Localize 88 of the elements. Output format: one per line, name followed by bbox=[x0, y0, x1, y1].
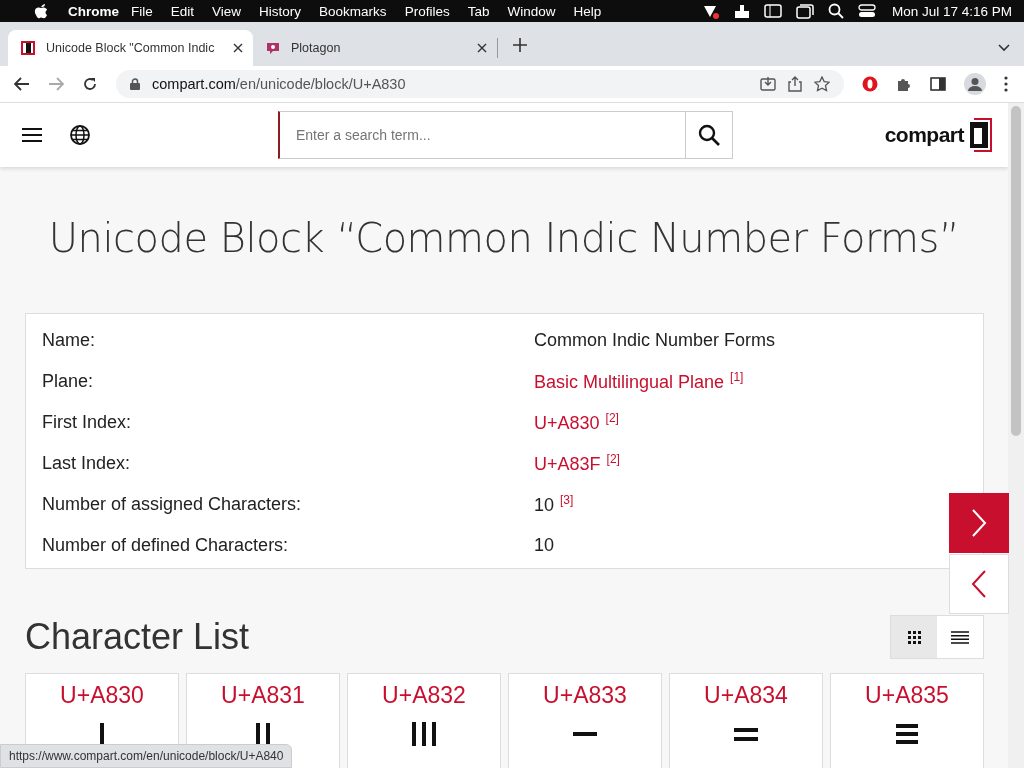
search-field[interactable]: Enter a search term... bbox=[278, 111, 685, 159]
menu-item[interactable]: Edit bbox=[170, 3, 195, 19]
code-point[interactable]: U+A832 bbox=[382, 682, 466, 709]
menu-item[interactable]: File bbox=[131, 3, 153, 19]
info-label: Number of defined Characters: bbox=[42, 535, 290, 556]
search-icon[interactable] bbox=[827, 3, 844, 19]
close-icon[interactable] bbox=[477, 43, 487, 53]
site-icon bbox=[265, 40, 281, 56]
list-view-icon bbox=[951, 630, 969, 644]
more-icon[interactable] bbox=[1004, 76, 1008, 92]
windows-icon[interactable] bbox=[795, 3, 814, 19]
character-card[interactable]: U+A835 bbox=[830, 673, 984, 768]
menu-item[interactable]: View bbox=[212, 3, 242, 19]
code-point[interactable]: U+A830 bbox=[60, 682, 144, 709]
search-button[interactable] bbox=[685, 111, 733, 159]
chevron-right-icon bbox=[969, 508, 989, 538]
code-point[interactable]: U+A835 bbox=[865, 682, 949, 709]
back-icon[interactable] bbox=[14, 77, 30, 91]
sidebar-icon[interactable] bbox=[763, 4, 782, 18]
menu-item[interactable]: Profiles bbox=[404, 3, 450, 19]
code-point[interactable]: U+A831 bbox=[221, 682, 305, 709]
site-icon bbox=[20, 40, 36, 56]
character-glyph-icon bbox=[896, 724, 918, 744]
reload-icon[interactable] bbox=[82, 76, 98, 92]
address-field[interactable]: compart.com/en/unicode/block/U+A830 bbox=[116, 70, 844, 98]
apple-icon bbox=[34, 3, 48, 19]
info-label: Last Index: bbox=[42, 453, 132, 474]
browser-tab[interactable]: Plotagon bbox=[253, 38, 498, 58]
info-label: Number of assigned Characters: bbox=[42, 494, 303, 515]
character-glyph-icon bbox=[100, 723, 104, 745]
chevron-left-icon bbox=[969, 569, 989, 599]
control-center-icon[interactable] bbox=[857, 4, 876, 18]
info-link[interactable]: Basic Multilingual Plane bbox=[534, 372, 725, 392]
character-glyph-icon bbox=[573, 732, 597, 736]
app-menu[interactable]: Chrome bbox=[68, 3, 119, 19]
info-label: Name: bbox=[42, 330, 96, 351]
logo-text[interactable]: compart bbox=[884, 123, 964, 147]
footnote-link[interactable]: [2] bbox=[605, 411, 619, 425]
tab-title: Unicode Block "Common Indic bbox=[46, 41, 216, 55]
page-title: Unicode Block “Common Indic Number Forms” bbox=[47, 215, 961, 261]
character-card[interactable]: U+A833 bbox=[508, 673, 662, 768]
footnote-link[interactable]: [1] bbox=[730, 370, 744, 384]
tab-title: Plotagon bbox=[291, 41, 342, 55]
character-glyph-icon bbox=[256, 723, 270, 745]
browser-tab[interactable]: Unicode Block "Common Indic bbox=[8, 30, 253, 66]
menu-icon[interactable] bbox=[22, 127, 42, 143]
opera-icon[interactable] bbox=[862, 76, 878, 92]
url-text: compart.com/en/unicode/block/U+A830 bbox=[152, 76, 406, 92]
menu-item[interactable]: History bbox=[259, 3, 302, 19]
star-icon[interactable] bbox=[814, 76, 830, 92]
grid-view-button[interactable] bbox=[891, 616, 937, 658]
profile-icon[interactable] bbox=[964, 73, 986, 95]
menu-item[interactable]: Window bbox=[507, 3, 556, 19]
install-icon[interactable] bbox=[760, 76, 776, 92]
code-point[interactable]: U+A834 bbox=[704, 682, 788, 709]
footnote-link[interactable]: [3] bbox=[560, 493, 574, 507]
character-card[interactable]: U+A832 bbox=[347, 673, 501, 768]
search-icon bbox=[698, 124, 720, 146]
new-tab-icon[interactable] bbox=[513, 38, 527, 52]
lock-icon bbox=[130, 78, 140, 90]
extensions-icon[interactable] bbox=[896, 76, 912, 92]
list-view-button[interactable] bbox=[937, 616, 983, 658]
menu-item[interactable]: Help bbox=[573, 3, 602, 19]
share-icon[interactable] bbox=[788, 76, 802, 92]
menu-item[interactable]: Bookmarks bbox=[319, 3, 387, 19]
info-value: 10 bbox=[534, 535, 555, 555]
clock: Mon Jul 17 4:16 PM bbox=[891, 3, 1012, 19]
menu-item[interactable]: Tab bbox=[467, 3, 490, 19]
grid-view-icon bbox=[907, 630, 921, 644]
character-card[interactable]: U+A834 bbox=[669, 673, 823, 768]
status-icon[interactable] bbox=[701, 3, 720, 19]
close-icon[interactable] bbox=[233, 43, 243, 53]
scrollbar[interactable] bbox=[1008, 103, 1024, 768]
info-label: Plane: bbox=[42, 371, 95, 392]
info-link[interactable]: U+A830 bbox=[534, 413, 600, 433]
character-glyph-icon bbox=[734, 727, 758, 741]
tab-list-icon[interactable] bbox=[998, 44, 1010, 52]
section-heading: Character List bbox=[25, 616, 250, 658]
character-glyph-icon bbox=[412, 722, 436, 746]
link-url-tooltip: https://www.compart.com/en/unicode/block/U+A840 bbox=[0, 744, 293, 768]
info-value: 10 bbox=[534, 495, 555, 515]
info-value: Common Indic Number Forms bbox=[534, 330, 776, 350]
footnote-link[interactable]: [2] bbox=[606, 452, 620, 466]
info-link[interactable]: U+A83F bbox=[534, 454, 601, 474]
code-point[interactable]: U+A833 bbox=[543, 682, 627, 709]
side-panel-icon[interactable] bbox=[930, 77, 946, 91]
info-label: First Index: bbox=[42, 412, 133, 433]
globe-icon[interactable] bbox=[70, 125, 90, 145]
